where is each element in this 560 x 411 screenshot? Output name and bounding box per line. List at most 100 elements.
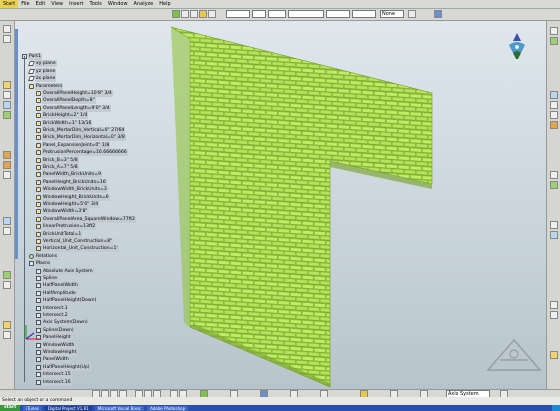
tree-node[interactable]: HalfPanelHeight(Up) xyxy=(36,363,91,371)
swap-space-icon[interactable] xyxy=(550,231,558,239)
taskbar-button[interactable]: Adobe Photoshop xyxy=(147,405,189,411)
material-icon[interactable] xyxy=(550,301,558,309)
tree-node[interactable]: WindowHeight=5'0" 3/4 xyxy=(36,201,100,208)
tree-node[interactable]: Relations xyxy=(29,252,59,260)
rotate-icon[interactable] xyxy=(550,91,558,99)
tree-node[interactable]: Horizontal_Unit_Construction=1' xyxy=(36,245,119,253)
tree-node[interactable]: WindowWidth_BrickUnits=3 xyxy=(36,186,108,194)
tree-node[interactable]: PanelWidth_BrickUnits=9 xyxy=(36,171,103,179)
tree-node-label: Horizontal_Unit_Construction=1' xyxy=(42,245,119,253)
point-icon[interactable] xyxy=(3,81,11,89)
taskbar-button[interactable]: Microsoft Visual Basic xyxy=(94,405,145,411)
start-button[interactable]: start xyxy=(0,405,21,411)
tree-node[interactable]: Brick_MortarDim_Horizontal=0" 3/8 xyxy=(36,134,126,142)
iso-view-icon[interactable] xyxy=(550,171,558,179)
tree-node[interactable]: Parameters xyxy=(29,82,64,90)
menu-item-window[interactable]: Window xyxy=(105,0,131,8)
menu-item-analyze[interactable]: Analyze xyxy=(131,0,157,8)
menu-item-insert[interactable]: Insert xyxy=(66,0,86,8)
sketch-icon[interactable] xyxy=(3,25,11,33)
pan-icon[interactable] xyxy=(550,37,558,45)
tree-node[interactable]: BrickUnitTotal=1 xyxy=(36,230,83,238)
view-fit-icon[interactable] xyxy=(550,27,558,35)
tree-node[interactable]: xy plane xyxy=(28,60,57,68)
tree-node[interactable]: Macro xyxy=(29,260,51,268)
mirror-icon[interactable] xyxy=(3,331,11,339)
tree-node[interactable]: OverallPanelArea_SquareWindow=77ft2 xyxy=(36,215,136,223)
menu-item-help[interactable]: Help xyxy=(156,0,173,8)
rib-icon[interactable] xyxy=(3,227,11,235)
style-combo[interactable] xyxy=(226,10,250,18)
shading-icon[interactable] xyxy=(550,181,558,189)
chamfer-icon[interactable] xyxy=(3,281,11,289)
tree-node[interactable]: Brick_B=3" 5/8 xyxy=(36,156,79,164)
tree-node[interactable]: OverallPanelHeight=10'8" 3/4 xyxy=(36,90,113,97)
tree-node[interactable]: BrickWidth=1" 13/16 xyxy=(36,119,93,127)
properties-icon[interactable] xyxy=(434,10,442,18)
tree-node[interactable]: Brick_A=7" 5/8 xyxy=(36,164,79,171)
menu-item-edit[interactable]: Edit xyxy=(33,0,49,8)
color-combo[interactable] xyxy=(268,10,286,18)
tree-node[interactable]: Spline xyxy=(36,275,59,282)
menu-item-file[interactable]: File xyxy=(18,0,32,8)
tree-node[interactable]: BrickHeight=2" 1/4 xyxy=(36,112,89,120)
linetype-combo-2[interactable] xyxy=(326,10,350,18)
measure-between-icon[interactable] xyxy=(550,311,558,319)
tree-node[interactable]: WindowHeight xyxy=(36,349,78,356)
menu-item-tools[interactable]: Tools xyxy=(87,0,105,8)
pocket-icon[interactable] xyxy=(3,161,11,169)
tree-node[interactable]: OverallPanelLength=9'0" 3/4 xyxy=(36,104,111,112)
hide-icon[interactable] xyxy=(550,221,558,229)
analysis-icon[interactable] xyxy=(550,351,558,359)
tree-node[interactable]: PanelHeight_BrickUnits=16 xyxy=(36,178,107,186)
pad-icon[interactable] xyxy=(3,151,11,159)
tree-node[interactable]: Brick_MortarDim_Vertical=0" 27/64 xyxy=(36,127,126,134)
normal-view-icon[interactable] xyxy=(550,121,558,129)
menu-item-start[interactable]: Start xyxy=(0,0,19,8)
tree-node[interactable]: WindowHeight_BrickUnits=6 xyxy=(36,193,110,201)
graph-icon[interactable] xyxy=(199,10,207,18)
3d-viewport[interactable]: Part1 xy plane yz plane zx plane Parameters O… xyxy=(14,21,546,389)
select-icon[interactable] xyxy=(172,10,180,18)
tree-node[interactable]: OverallPanelDepth=8" xyxy=(36,97,96,105)
swap-icon[interactable] xyxy=(190,10,198,18)
tree-node[interactable]: Vertical_Unit_Construction=8" xyxy=(36,238,114,245)
tree-node[interactable]: HalfPanelHeight(Down) xyxy=(36,297,98,305)
tree-node[interactable]: HalfPanelWidth xyxy=(36,282,79,290)
menu-item-view[interactable]: View xyxy=(48,0,66,8)
paint-icon[interactable] xyxy=(408,10,416,18)
fillet-icon[interactable] xyxy=(3,271,11,279)
tree-node[interactable]: Intersect.16 xyxy=(36,378,72,386)
exit-workbench-icon[interactable] xyxy=(3,35,11,43)
tree-node[interactable]: zx plane xyxy=(28,75,57,83)
tree-node[interactable]: PanelWidth xyxy=(36,356,70,364)
tree-node[interactable]: Intersect.1 xyxy=(36,304,69,312)
tree-node[interactable]: ProtrusionPercentage=16.66666666 xyxy=(36,149,128,157)
tree-node[interactable]: Absolute Axis System xyxy=(36,267,94,275)
hole-icon[interactable] xyxy=(3,217,11,225)
line-weight-combo[interactable] xyxy=(352,10,376,18)
tree-node[interactable]: HalfAmplitude xyxy=(36,289,77,297)
pattern-icon[interactable] xyxy=(3,321,11,329)
tree-node[interactable]: WindowWidth=3'8" xyxy=(36,208,89,216)
hide-show-icon[interactable] xyxy=(181,10,189,18)
zoom-in-icon[interactable] xyxy=(550,101,558,109)
linetype-combo[interactable] xyxy=(288,10,324,18)
plane-icon[interactable] xyxy=(3,101,11,109)
taskbar-button[interactable]: Digital Project V1,R1 xyxy=(44,405,92,411)
weight-combo[interactable]: None xyxy=(380,10,404,18)
tree-node[interactable]: Intersect.15 xyxy=(36,371,72,379)
zoom-out-icon[interactable] xyxy=(550,111,558,119)
line-icon[interactable] xyxy=(3,91,11,99)
layer-combo[interactable] xyxy=(252,10,266,18)
tree-node[interactable]: Panel_ExpansionJoint=0" 1/8 xyxy=(36,141,111,149)
taskbar-button[interactable]: iTunes xyxy=(23,405,42,411)
tree-node[interactable]: Intersect.2 xyxy=(36,312,69,319)
extrude-icon[interactable] xyxy=(3,111,11,119)
compass-icon[interactable] xyxy=(504,31,530,61)
tree-node[interactable]: linearProtrusion=13ft2 xyxy=(36,223,97,231)
measure-icon[interactable] xyxy=(208,10,216,18)
shaft-icon[interactable] xyxy=(3,171,11,179)
tree-node[interactable]: yz plane xyxy=(28,67,57,75)
tree-node[interactable]: Part1 xyxy=(22,53,42,60)
